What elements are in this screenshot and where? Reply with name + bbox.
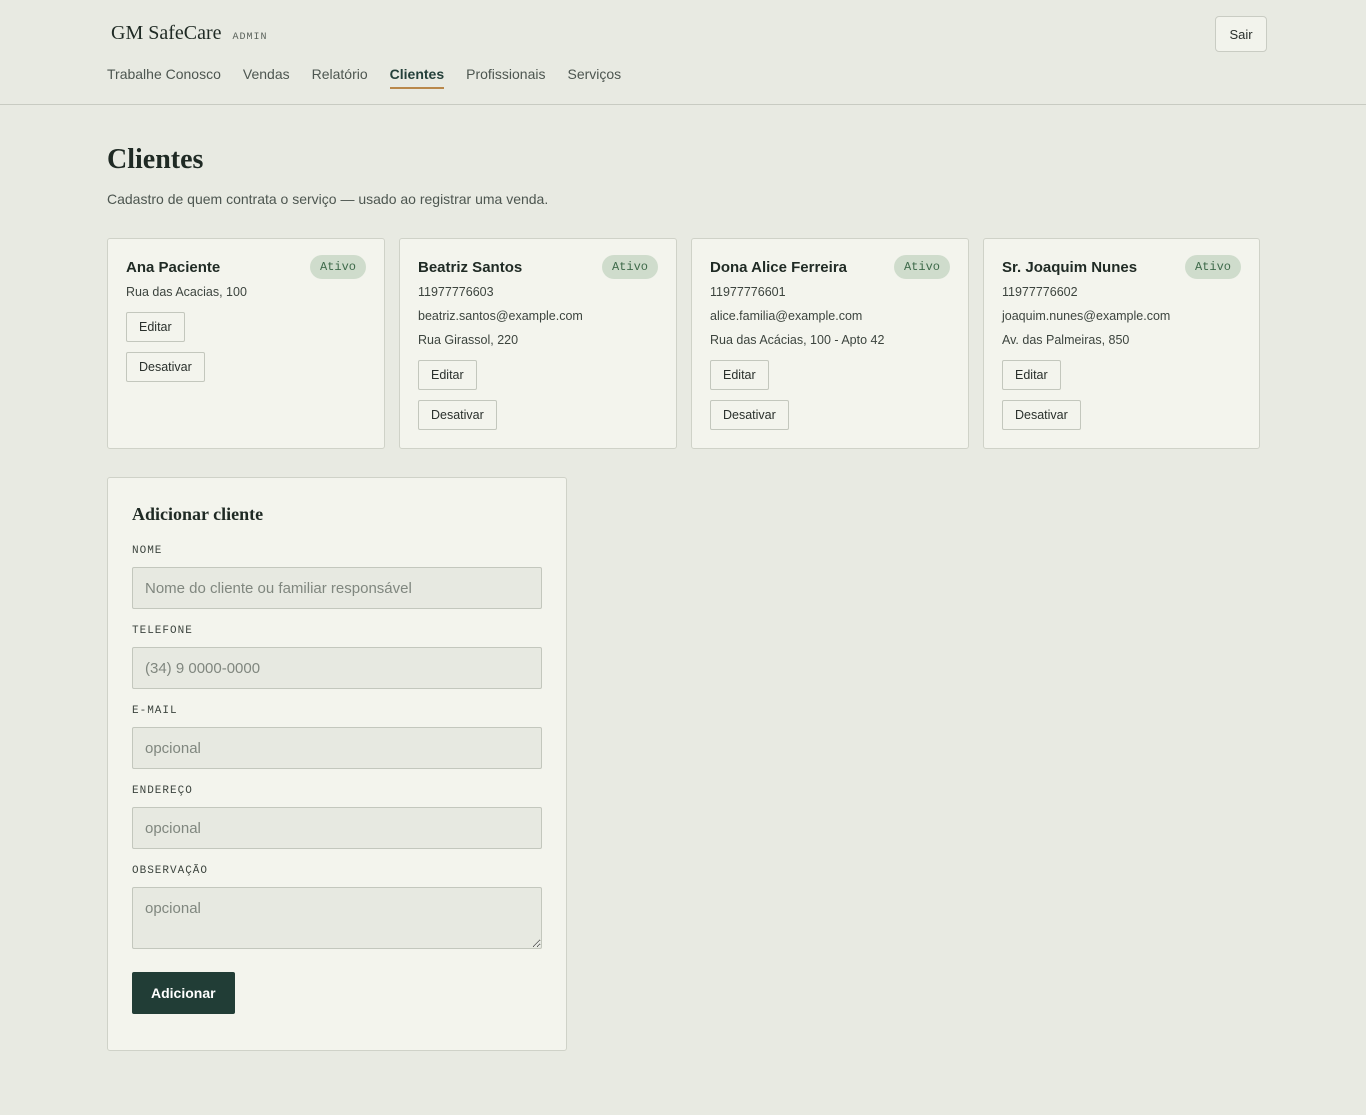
tab-vendas[interactable]: Vendas xyxy=(243,66,290,89)
edit-client-button[interactable]: Editar xyxy=(710,360,769,390)
brand-name: GM SafeCare xyxy=(111,22,222,44)
tab-relatorio[interactable]: Relatório xyxy=(312,66,368,89)
edit-client-button[interactable]: Editar xyxy=(1002,360,1061,390)
client-list: Ana Paciente Ativo Rua das Acacias, 100 … xyxy=(107,238,1260,449)
client-address: Rua Girassol, 220 xyxy=(418,333,519,347)
deactivate-client-button[interactable]: Desativar xyxy=(126,352,205,382)
address-input[interactable] xyxy=(132,807,542,849)
phone-label: TELEFONE xyxy=(132,625,193,637)
client-card: Sr. Joaquim Nunes Ativo 11977776602 joaq… xyxy=(983,238,1260,449)
client-phone: 11977776602 xyxy=(1002,285,1078,299)
client-phone: 11977776603 xyxy=(418,285,494,299)
page-title: Clientes xyxy=(107,144,204,175)
brand: GM SafeCare ADMIN xyxy=(111,22,268,45)
tab-servicos[interactable]: Serviços xyxy=(567,66,621,89)
client-email: alice.familia@example.com xyxy=(710,309,863,323)
note-textarea[interactable] xyxy=(132,887,542,949)
deactivate-client-button[interactable]: Desativar xyxy=(1002,400,1081,430)
status-badge: Ativo xyxy=(601,255,658,279)
add-client-button[interactable]: Adicionar xyxy=(132,972,235,1014)
main-nav: Trabalhe Conosco Vendas Relatório Client… xyxy=(107,66,643,89)
address-label: ENDEREÇO xyxy=(132,785,193,797)
phone-input[interactable] xyxy=(132,647,542,689)
name-input[interactable] xyxy=(132,567,542,609)
tab-trabalhe-conosco[interactable]: Trabalhe Conosco xyxy=(107,66,221,89)
form-title: Adicionar cliente xyxy=(132,504,264,524)
client-address: Rua das Acácias, 100 - Apto 42 xyxy=(710,333,885,347)
client-address: Av. das Palmeiras, 850 xyxy=(1002,333,1130,347)
edit-client-button[interactable]: Editar xyxy=(418,360,477,390)
client-phone: 11977776601 xyxy=(710,285,786,299)
email-input[interactable] xyxy=(132,727,542,769)
app-header: GM SafeCare ADMIN Sair Trabalhe Conosco … xyxy=(0,0,1366,105)
status-badge: Ativo xyxy=(893,255,950,279)
status-badge: Ativo xyxy=(1184,255,1241,279)
tab-clientes[interactable]: Clientes xyxy=(389,66,445,89)
edit-client-button[interactable]: Editar xyxy=(126,312,185,342)
note-label: OBSERVAÇÃO xyxy=(132,865,209,877)
add-client-form: Adicionar cliente NOME TELEFONE E-MAIL E… xyxy=(107,477,567,1051)
brand-tag: ADMIN xyxy=(232,32,268,43)
tab-profissionais[interactable]: Profissionais xyxy=(466,66,545,89)
client-email: joaquim.nunes@example.com xyxy=(1002,309,1171,323)
deactivate-client-button[interactable]: Desativar xyxy=(710,400,789,430)
logout-button[interactable]: Sair xyxy=(1215,16,1267,52)
deactivate-client-button[interactable]: Desativar xyxy=(418,400,497,430)
client-address: Rua das Acacias, 100 xyxy=(126,285,247,299)
email-label: E-MAIL xyxy=(132,705,178,717)
page-subtitle: Cadastro de quem contrata o serviço — us… xyxy=(107,191,549,207)
status-badge: Ativo xyxy=(309,255,366,279)
client-card: Ana Paciente Ativo Rua das Acacias, 100 … xyxy=(107,238,385,449)
client-card: Dona Alice Ferreira Ativo 11977776601 al… xyxy=(691,238,969,449)
client-card: Beatriz Santos Ativo 11977776603 beatriz… xyxy=(399,238,677,449)
name-label: NOME xyxy=(132,545,163,557)
client-email: beatriz.santos@example.com xyxy=(418,309,583,323)
